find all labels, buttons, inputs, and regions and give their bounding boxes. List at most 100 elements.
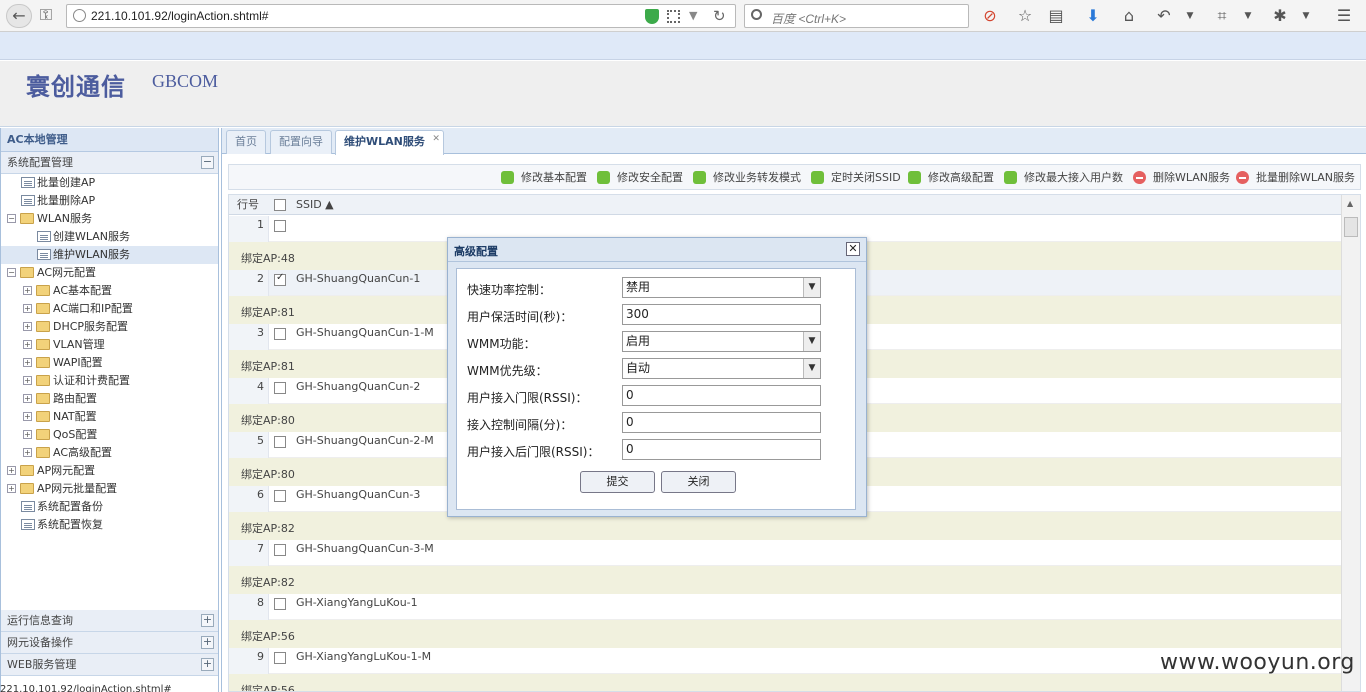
sidebar-panel-device-ops[interactable]: 网元设备操作 +: [1, 632, 218, 654]
chevron-down-icon[interactable]: ▼: [803, 278, 820, 297]
tab-home[interactable]: 首页: [226, 130, 266, 154]
edit-max-users-button[interactable]: 修改最大接入用户数: [1004, 170, 1123, 186]
close-icon[interactable]: ✕: [432, 128, 440, 150]
search-bar[interactable]: 百度 <Ctrl+K>: [744, 4, 969, 28]
tree-item-ap-config[interactable]: + AP网元配置: [1, 462, 218, 480]
sidebar-panel-system-config[interactable]: 系统配置管理 −: [1, 152, 218, 174]
row-checkbox[interactable]: [274, 544, 286, 556]
expand-icon[interactable]: +: [23, 448, 32, 457]
tree-item-wapi[interactable]: + WAPI配置: [1, 354, 218, 372]
tab-config-wizard[interactable]: 配置向导: [270, 130, 332, 154]
row-checkbox[interactable]: [274, 272, 286, 286]
scroll-up-icon[interactable]: ▲: [1347, 199, 1353, 208]
star-icon[interactable]: ☆: [1015, 6, 1035, 26]
row-checkbox[interactable]: [274, 436, 286, 448]
edit-basic-button[interactable]: 修改基本配置: [501, 170, 587, 186]
row-checkbox[interactable]: [274, 382, 286, 394]
rssi-threshold-input[interactable]: 0: [622, 385, 821, 406]
submit-button[interactable]: 提交: [580, 471, 655, 493]
tree-item-ap-batch-config[interactable]: + AP网元批量配置: [1, 480, 218, 498]
adblock-icon[interactable]: ⊘: [980, 6, 1000, 26]
undo-icon[interactable]: ↶: [1154, 6, 1174, 26]
tree-item-dhcp[interactable]: + DHCP服务配置: [1, 318, 218, 336]
access-interval-input[interactable]: 0: [622, 412, 821, 433]
wmm-function-select[interactable]: 启用 ▼: [622, 331, 821, 352]
tab-maintain-wlan[interactable]: 维护WLAN服务 ✕: [335, 130, 444, 155]
tree-item-wlan-service[interactable]: − WLAN服务: [1, 210, 218, 228]
tree-item-qos[interactable]: + QoS配置: [1, 426, 218, 444]
row-checkbox[interactable]: [274, 490, 286, 502]
fast-power-control-select[interactable]: 禁用 ▼: [622, 277, 821, 298]
tree-item-ac-config[interactable]: − AC网元配置: [1, 264, 218, 282]
qr-code-icon[interactable]: [667, 10, 680, 23]
sidebar-panel-runtime-info[interactable]: 运行信息查询 +: [1, 610, 218, 632]
tree-item-batch-create-ap[interactable]: 批量创建AP: [1, 174, 218, 192]
expand-icon[interactable]: +: [23, 394, 32, 403]
chevron-down-icon[interactable]: ▼: [803, 359, 820, 378]
tree-item-route[interactable]: + 路由配置: [1, 390, 218, 408]
sidebar-panel-web-service[interactable]: WEB服务管理 +: [1, 654, 218, 676]
expand-icon[interactable]: +: [23, 322, 32, 331]
row-checkbox[interactable]: [274, 652, 286, 664]
tree-item-config-backup[interactable]: 系统配置备份: [1, 498, 218, 516]
crop-icon[interactable]: ⌗: [1212, 6, 1232, 26]
expand-icon[interactable]: +: [23, 376, 32, 385]
tree-item-maintain-wlan[interactable]: 维护WLAN服务: [1, 246, 218, 264]
url-bar[interactable]: 221.10.101.92/loginAction.shtml# ▼ ↻: [66, 4, 736, 28]
timed-close-ssid-button[interactable]: 定时关闭SSID: [811, 170, 901, 186]
select-all-checkbox[interactable]: [274, 199, 286, 211]
expand-icon[interactable]: +: [23, 286, 32, 295]
row-checkbox[interactable]: [274, 220, 286, 232]
collapse-icon[interactable]: −: [7, 268, 16, 277]
delete-wlan-button[interactable]: 删除WLAN服务: [1133, 170, 1230, 186]
edit-forward-mode-button[interactable]: 修改业务转发模式: [693, 170, 801, 186]
bug-icon[interactable]: ✱: [1270, 6, 1290, 26]
back-button[interactable]: ←: [6, 4, 32, 28]
download-icon[interactable]: ⬇: [1083, 6, 1103, 26]
expand-icon[interactable]: +: [23, 304, 32, 313]
row-checkbox[interactable]: [274, 598, 286, 610]
tree-item-batch-delete-ap[interactable]: 批量删除AP: [1, 192, 218, 210]
crop-dropdown-icon[interactable]: ▼: [1238, 6, 1258, 26]
col-ssid[interactable]: SSID ▲: [296, 195, 334, 215]
tree-item-ac-basic[interactable]: + AC基本配置: [1, 282, 218, 300]
close-icon[interactable]: ✕: [846, 242, 860, 256]
collapse-icon[interactable]: −: [7, 214, 16, 223]
tree-item-ac-advanced[interactable]: + AC高级配置: [1, 444, 218, 462]
expand-icon[interactable]: +: [23, 430, 32, 439]
reload-icon[interactable]: ↻: [713, 7, 726, 25]
edit-advanced-button[interactable]: 修改高级配置: [908, 170, 994, 186]
keepalive-time-input[interactable]: 300: [622, 304, 821, 325]
row-checkbox[interactable]: [274, 328, 286, 340]
vertical-scrollbar[interactable]: ▲: [1341, 195, 1360, 691]
edit-security-button[interactable]: 修改安全配置: [597, 170, 683, 186]
tree-item-config-restore[interactable]: 系统配置恢复: [1, 516, 218, 534]
bug-dropdown-icon[interactable]: ▼: [1296, 6, 1316, 26]
expand-icon[interactable]: +: [201, 636, 214, 649]
url-dropdown-icon[interactable]: ▼: [689, 9, 697, 22]
expand-icon[interactable]: +: [7, 484, 16, 493]
tree-item-auth[interactable]: + 认证和计费配置: [1, 372, 218, 390]
undo-dropdown-icon[interactable]: ▼: [1180, 6, 1200, 26]
menu-icon[interactable]: ☰: [1334, 6, 1354, 26]
table-row[interactable]: 7 GH-ShuangQuanCun-3-M: [229, 540, 1342, 566]
expand-icon[interactable]: +: [201, 614, 214, 627]
expand-icon[interactable]: +: [23, 358, 32, 367]
expand-icon[interactable]: +: [23, 412, 32, 421]
post-access-rssi-input[interactable]: 0: [622, 439, 821, 460]
table-row[interactable]: 8 GH-XiangYangLuKou-1: [229, 594, 1342, 620]
tree-item-vlan[interactable]: + VLAN管理: [1, 336, 218, 354]
expand-icon[interactable]: +: [7, 466, 16, 475]
expand-icon[interactable]: +: [201, 658, 214, 671]
expand-icon[interactable]: +: [23, 340, 32, 349]
tree-item-create-wlan[interactable]: 创建WLAN服务: [1, 228, 218, 246]
chevron-down-icon[interactable]: ▼: [803, 332, 820, 351]
collapse-icon[interactable]: −: [201, 156, 214, 169]
home-icon[interactable]: ⌂: [1119, 6, 1139, 26]
tree-item-nat[interactable]: + NAT配置: [1, 408, 218, 426]
batch-delete-wlan-button[interactable]: 批量删除WLAN服务: [1236, 170, 1355, 186]
close-button[interactable]: 关闭: [661, 471, 736, 493]
tree-item-ac-port-ip[interactable]: + AC端口和IP配置: [1, 300, 218, 318]
reading-list-icon[interactable]: ▤: [1046, 6, 1066, 26]
wmm-priority-select[interactable]: 自动 ▼: [622, 358, 821, 379]
